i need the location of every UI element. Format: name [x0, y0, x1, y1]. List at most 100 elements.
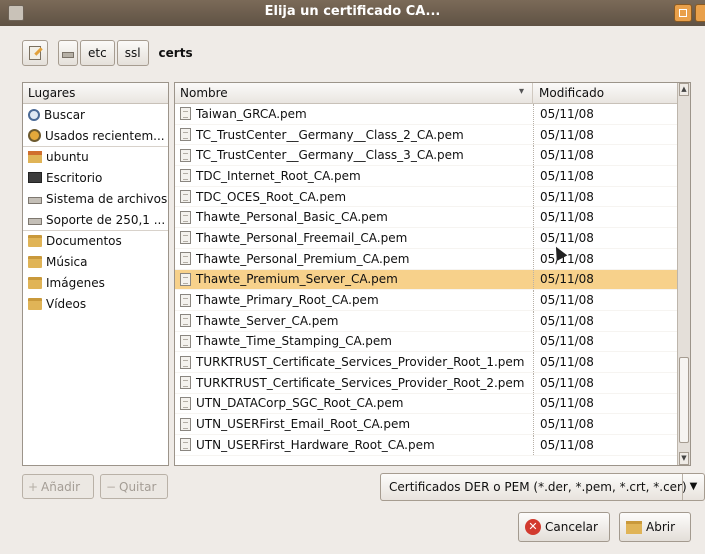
- file-name-cell: Taiwan_GRCA.pem: [175, 107, 533, 121]
- file-name: Thawte_Personal_Basic_CA.pem: [196, 210, 388, 225]
- file-date: 05/11/08: [533, 290, 594, 310]
- file-filter-select[interactable]: Certificados DER o PEM (*.der, *.pem, *.…: [380, 473, 705, 501]
- scroll-down-icon[interactable]: ▼: [679, 452, 689, 465]
- file-name: TURKTRUST_Certificate_Services_Provider_…: [196, 375, 525, 390]
- file-date: 05/11/08: [533, 104, 594, 124]
- path-segment-etc[interactable]: etc: [80, 40, 115, 66]
- drive-icon: [28, 196, 42, 204]
- close-button[interactable]: [695, 4, 705, 22]
- folder-icon: [28, 235, 42, 247]
- scroll-up-icon[interactable]: ▲: [679, 83, 689, 96]
- location-edit-button[interactable]: [22, 40, 48, 66]
- file-name-cell: Thawte_Server_CA.pem: [175, 314, 533, 328]
- column-header-modified[interactable]: Modificado: [533, 86, 604, 100]
- scroll-thumb[interactable]: [679, 357, 689, 443]
- document-icon: [180, 169, 191, 183]
- file-row[interactable]: Thawte_Personal_Freemail_CA.pem 05/11/08: [175, 228, 690, 249]
- filter-selected-value: Certificados DER o PEM (*.der, *.pem, *.…: [389, 480, 687, 494]
- chevron-down-icon[interactable]: ▼: [682, 474, 704, 500]
- file-date: 05/11/08: [533, 166, 594, 186]
- file-row[interactable]: Taiwan_GRCA.pem 05/11/08: [175, 104, 690, 125]
- search-icon: [28, 108, 40, 121]
- add-bookmark-button[interactable]: + Añadir: [22, 474, 94, 499]
- place-musica[interactable]: Música: [23, 251, 168, 272]
- file-date: 05/11/08: [533, 414, 594, 434]
- folder-icon: [28, 276, 42, 289]
- document-icon: [180, 438, 191, 452]
- file-row[interactable]: TC_TrustCenter__Germany__Class_2_CA.pem 0…: [175, 124, 690, 146]
- folder-icon: [28, 255, 42, 268]
- file-row[interactable]: TURKTRUST_Certificate_Services_Provider_…: [175, 352, 690, 373]
- path-segment-ssl[interactable]: ssl: [116, 40, 149, 66]
- open-button[interactable]: Abrir: [619, 512, 691, 542]
- file-row[interactable]: TDC_OCES_Root_CA.pem 05/11/08: [175, 186, 690, 208]
- file-row[interactable]: UTN_USERFirst_Email_Root_CA.pem 05/11/08: [175, 414, 690, 435]
- file-row[interactable]: TC_TrustCenter__Germany__Class_3_CA.pem 0…: [175, 145, 690, 167]
- document-icon: [180, 417, 191, 431]
- vertical-scrollbar[interactable]: ▲ ▼: [677, 83, 690, 465]
- path-root-button[interactable]: [58, 40, 78, 66]
- place-filesystem[interactable]: Sistema de archivos: [23, 188, 168, 209]
- file-date: 05/11/08: [533, 145, 594, 166]
- place-imagenes[interactable]: Imágenes: [23, 272, 168, 293]
- file-row[interactable]: TURKTRUST_Certificate_Services_Provider_…: [175, 372, 690, 394]
- file-name: Thawte_Primary_Root_CA.pem: [196, 293, 379, 308]
- file-name: Thawte_Personal_Premium_CA.pem: [196, 251, 410, 266]
- remove-label: Quitar: [119, 479, 157, 494]
- file-name-cell: UTN_USERFirst_Hardware_Root_CA.pem: [175, 438, 533, 452]
- file-name: Thawte_Personal_Freemail_CA.pem: [196, 230, 408, 245]
- place-label: Escritorio: [46, 170, 103, 185]
- place-videos[interactable]: Vídeos: [23, 293, 168, 314]
- file-name-cell: Thawte_Time_Stamping_CA.pem: [175, 334, 533, 348]
- file-row[interactable]: Thawte_Server_CA.pem 05/11/08: [175, 310, 690, 332]
- place-escritorio[interactable]: Escritorio: [23, 167, 168, 188]
- path-bar: etc ssl certs: [22, 40, 201, 66]
- folder-icon: [28, 297, 42, 310]
- place-ubuntu[interactable]: ubuntu: [23, 146, 168, 167]
- file-rows: Taiwan_GRCA.pem 05/11/08 TC_TrustCenter__G…: [175, 104, 690, 456]
- place-volume[interactable]: Soporte de 250,1 ...: [23, 209, 168, 230]
- place-label: Imágenes: [46, 275, 105, 290]
- file-row[interactable]: Thawte_Primary_Root_CA.pem 05/11/08: [175, 290, 690, 311]
- file-date: 05/11/08: [533, 435, 594, 455]
- document-icon: [180, 272, 191, 286]
- file-row[interactable]: UTN_DATACorp_SGC_Root_CA.pem 05/11/08: [175, 393, 690, 415]
- file-name: Thawte_Server_CA.pem: [196, 313, 339, 328]
- document-icon: [180, 376, 191, 390]
- file-name: Thawte_Time_Stamping_CA.pem: [196, 334, 392, 349]
- maximize-button[interactable]: [674, 4, 692, 22]
- file-name-cell: UTN_USERFirst_Email_Root_CA.pem: [175, 417, 533, 431]
- edit-location-icon: [29, 46, 41, 60]
- place-documentos[interactable]: Documentos: [23, 230, 168, 251]
- file-row[interactable]: Thawte_Personal_Basic_CA.pem 05/11/08: [175, 207, 690, 229]
- file-row[interactable]: Thawte_Personal_Premium_CA.pem 05/11/08: [175, 248, 690, 270]
- remove-icon: −: [106, 479, 117, 494]
- file-name: Taiwan_GRCA.pem: [196, 106, 307, 121]
- remove-bookmark-button[interactable]: − Quitar: [100, 474, 168, 499]
- file-date: 05/11/08: [533, 352, 594, 372]
- document-icon: [180, 314, 191, 328]
- file-row[interactable]: Thawte_Premium_Server_CA.pem 05/11/08: [175, 269, 690, 291]
- file-list-header: Nombre ▾ Modificado: [175, 83, 690, 104]
- file-name-cell: TDC_Internet_Root_CA.pem: [175, 169, 533, 183]
- file-name-cell: Thawte_Personal_Freemail_CA.pem: [175, 231, 533, 245]
- place-label: Usados recientem...: [45, 128, 165, 143]
- file-row[interactable]: UTN_USERFirst_Hardware_Root_CA.pem 05/11/…: [175, 435, 690, 456]
- place-recent[interactable]: Usados recientem...: [23, 125, 168, 146]
- file-date: 05/11/08: [533, 372, 594, 393]
- place-label: Sistema de archivos: [46, 191, 168, 206]
- place-buscar[interactable]: Buscar: [23, 104, 168, 125]
- document-icon: [180, 107, 191, 121]
- path-segment-certs[interactable]: certs: [151, 40, 201, 66]
- column-name-label: Nombre: [180, 86, 228, 100]
- file-row[interactable]: TDC_Internet_Root_CA.pem 05/11/08: [175, 166, 690, 187]
- file-name-cell: TURKTRUST_Certificate_Services_Provider_…: [175, 376, 533, 390]
- file-row[interactable]: Thawte_Time_Stamping_CA.pem 05/11/08: [175, 331, 690, 353]
- file-name: TC_TrustCenter__Germany__Class_3_CA.pem: [196, 148, 464, 163]
- places-header[interactable]: Lugares: [23, 83, 168, 104]
- document-icon: [180, 252, 191, 266]
- cancel-button[interactable]: ✕ Cancelar: [518, 512, 610, 542]
- window-title: Elija un certificado CA...: [264, 4, 441, 19]
- file-date: 05/11/08: [533, 269, 594, 290]
- column-header-name[interactable]: Nombre ▾: [175, 83, 533, 104]
